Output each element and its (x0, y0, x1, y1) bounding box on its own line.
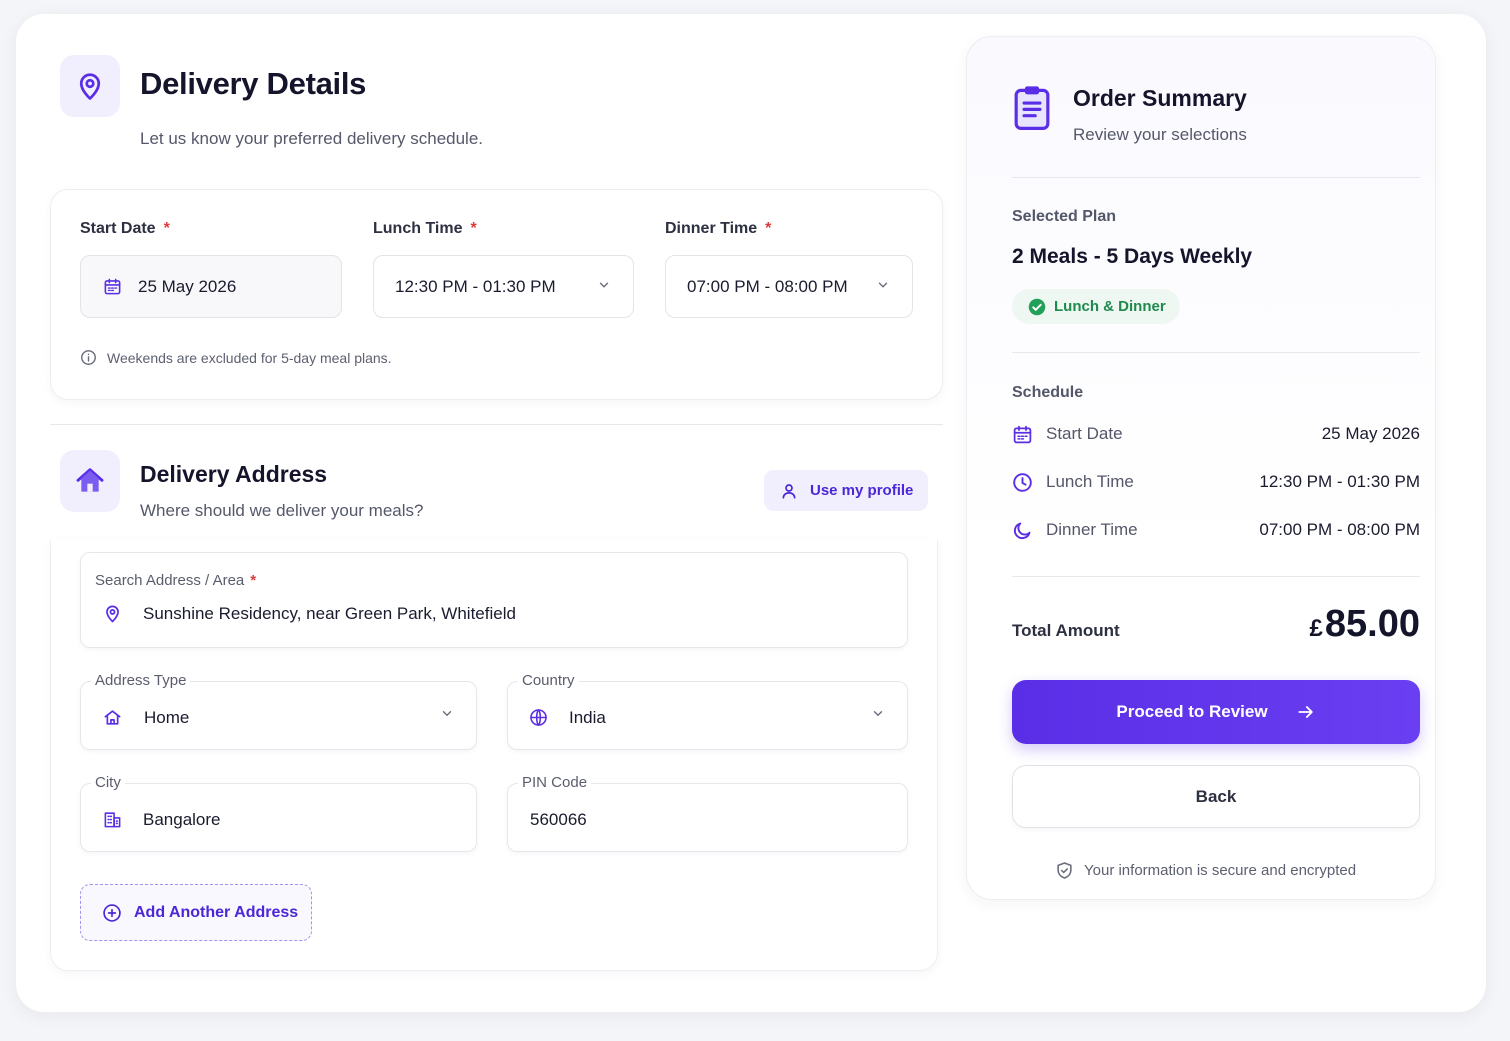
globe-icon (529, 708, 548, 727)
page-title: Delivery Details (140, 66, 367, 101)
summary-lunch-label: Lunch Time (1046, 472, 1134, 491)
chevron-down-icon (871, 706, 885, 725)
check-circle-icon (1028, 298, 1046, 316)
summary-divider (1012, 352, 1420, 353)
pin-code-label: PIN Code (518, 774, 592, 791)
dinner-time-label: Dinner Time * (665, 220, 772, 237)
pin-code-field[interactable]: PIN Code 560066 (507, 774, 908, 852)
moon-icon (1012, 520, 1033, 541)
proceed-to-review-button[interactable]: Proceed to Review (1012, 680, 1420, 744)
use-profile-button[interactable]: Use my profile (764, 470, 928, 511)
user-icon (780, 482, 798, 500)
schedule-label: Schedule (1012, 384, 1084, 401)
pin-code-value: 560066 (530, 810, 587, 829)
search-address-value: Sunshine Residency, near Green Park, Whi… (143, 604, 516, 623)
city-field[interactable]: City Bangalore (80, 774, 477, 852)
total-label: Total Amount (1012, 621, 1120, 640)
city-value: Bangalore (143, 810, 221, 829)
selected-plan-label: Selected Plan (1012, 208, 1117, 225)
address-type-value: Home (144, 708, 190, 727)
secure-note: Your information is secure and encrypted (1055, 861, 1356, 880)
summary-start-date-label: Start Date (1046, 424, 1123, 443)
back-button[interactable]: Back (1012, 765, 1420, 828)
page-subtitle: Let us know your preferred delivery sche… (140, 129, 484, 148)
total-amount: £ 85.00 (1310, 603, 1420, 646)
country-select[interactable]: Country India (507, 672, 908, 750)
summary-divider (1012, 177, 1420, 178)
shield-check-icon (1055, 861, 1074, 880)
city-label: City (91, 774, 125, 791)
clipboard-icon (1013, 84, 1051, 130)
add-another-address-button[interactable]: Add Another Address (80, 884, 312, 941)
plan-name: 2 Meals - 5 Days Weekly (1012, 245, 1253, 268)
start-date-value: 25 May 2026 (138, 276, 237, 296)
building-icon (103, 810, 122, 829)
summary-title: Order Summary (1073, 85, 1247, 111)
address-subtitle: Where should we deliver your meals? (140, 501, 424, 520)
location-pin-icon (60, 55, 120, 117)
location-pin-icon (103, 604, 122, 623)
plan-badge: Lunch & Dinner (1012, 289, 1180, 324)
address-title: Delivery Address (140, 461, 328, 487)
clock-icon (1012, 472, 1033, 493)
summary-subtitle: Review your selections (1073, 125, 1247, 144)
home-icon (60, 450, 120, 512)
calendar-icon (1012, 424, 1033, 445)
lunch-time-select[interactable]: 12:30 PM - 01:30 PM (373, 255, 634, 318)
plus-circle-icon (102, 903, 122, 923)
start-date-field[interactable]: 25 May 2026 (80, 255, 342, 318)
chevron-down-icon (440, 706, 454, 725)
total-value: 85.00 (1324, 603, 1420, 645)
dinner-time-select[interactable]: 07:00 PM - 08:00 PM (665, 255, 913, 318)
lunch-time-label: Lunch Time * (373, 220, 477, 237)
lunch-time-value: 12:30 PM - 01:30 PM (395, 276, 556, 296)
chevron-down-icon (597, 277, 611, 297)
summary-dinner-label: Dinner Time (1046, 520, 1138, 539)
address-type-label: Address Type (91, 672, 191, 689)
currency-symbol: £ (1309, 615, 1323, 642)
country-label: Country (518, 672, 579, 689)
start-date-label: Start Date * (80, 220, 170, 237)
chevron-down-icon (876, 277, 890, 297)
home-icon (103, 708, 122, 727)
weekend-note: Weekends are excluded for 5-day meal pla… (80, 349, 392, 366)
country-value: India (569, 708, 606, 727)
calendar-icon (103, 277, 122, 296)
summary-dinner-value: 07:00 PM - 08:00 PM (1259, 520, 1420, 539)
summary-lunch-value: 12:30 PM - 01:30 PM (1259, 472, 1420, 491)
search-address-field[interactable]: Search Address / Area * Sunshine Residenc… (80, 552, 908, 648)
address-type-select[interactable]: Address Type Home (80, 672, 477, 750)
info-icon (80, 349, 97, 366)
dinner-time-value: 07:00 PM - 08:00 PM (687, 276, 848, 296)
search-address-label: Search Address / Area * (95, 572, 257, 589)
summary-divider (1012, 576, 1420, 577)
section-divider (50, 424, 943, 425)
arrow-right-icon (1296, 702, 1316, 722)
summary-start-date-value: 25 May 2026 (1321, 424, 1420, 443)
